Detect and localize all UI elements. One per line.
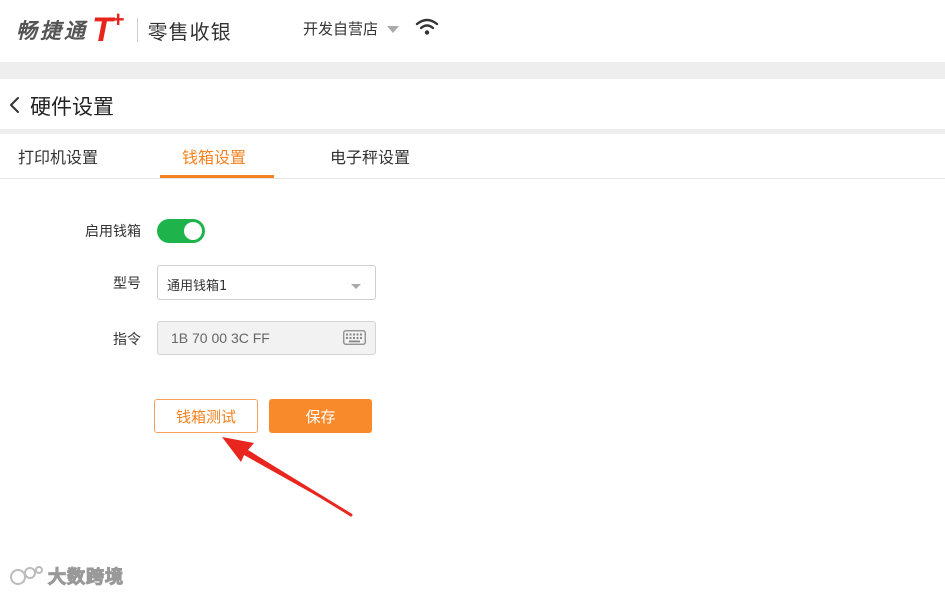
app-header: 畅捷通 T + 零售收银 开发自营店: [0, 0, 945, 62]
brand-divider: [136, 18, 138, 42]
cash-drawer-test-button[interactable]: 钱箱测试: [154, 399, 258, 433]
toggle-knob: [184, 222, 202, 240]
model-select-value: 通用钱箱1: [167, 279, 228, 294]
store-selector[interactable]: 开发自营店: [303, 18, 400, 39]
wifi-icon: [415, 18, 439, 35]
brand-name: 畅捷通: [16, 18, 88, 43]
header-separator: [0, 62, 945, 79]
brand-plus-mark: +: [111, 7, 125, 32]
chevron-down-icon: [351, 284, 361, 289]
active-tab-indicator: [160, 175, 274, 178]
back-arrow-icon[interactable]: [7, 96, 21, 114]
brand-t-mark: T: [92, 11, 113, 49]
model-select[interactable]: 通用钱箱1: [157, 265, 376, 300]
title-bar: 硬件设置: [0, 79, 945, 129]
keyboard-icon[interactable]: [343, 330, 366, 345]
command-label: 指令: [113, 332, 141, 348]
tab-scale-settings[interactable]: 电子秤设置: [330, 144, 410, 168]
store-name: 开发自营店: [303, 20, 379, 38]
watermark-logo-icon: [10, 566, 43, 585]
model-label: 型号: [113, 276, 141, 292]
tab-cash-drawer-settings[interactable]: 钱箱设置: [182, 144, 246, 168]
brand-logo: 畅捷通 T + 零售收银: [16, 7, 232, 49]
tab-printer-settings[interactable]: 打印机设置: [18, 144, 98, 168]
enable-cash-drawer-toggle[interactable]: [157, 219, 205, 243]
settings-tabs: 打印机设置 钱箱设置 电子秤设置: [0, 134, 945, 179]
save-button[interactable]: 保存: [269, 399, 372, 433]
product-name: 零售收银: [147, 19, 232, 44]
watermark-text: 大数跨境: [48, 567, 124, 589]
caret-down-icon: [387, 26, 400, 33]
page-title: 硬件设置: [30, 95, 114, 119]
watermark: 大数跨境: [8, 563, 124, 589]
enable-cash-drawer-label: 启用钱箱: [85, 224, 141, 240]
